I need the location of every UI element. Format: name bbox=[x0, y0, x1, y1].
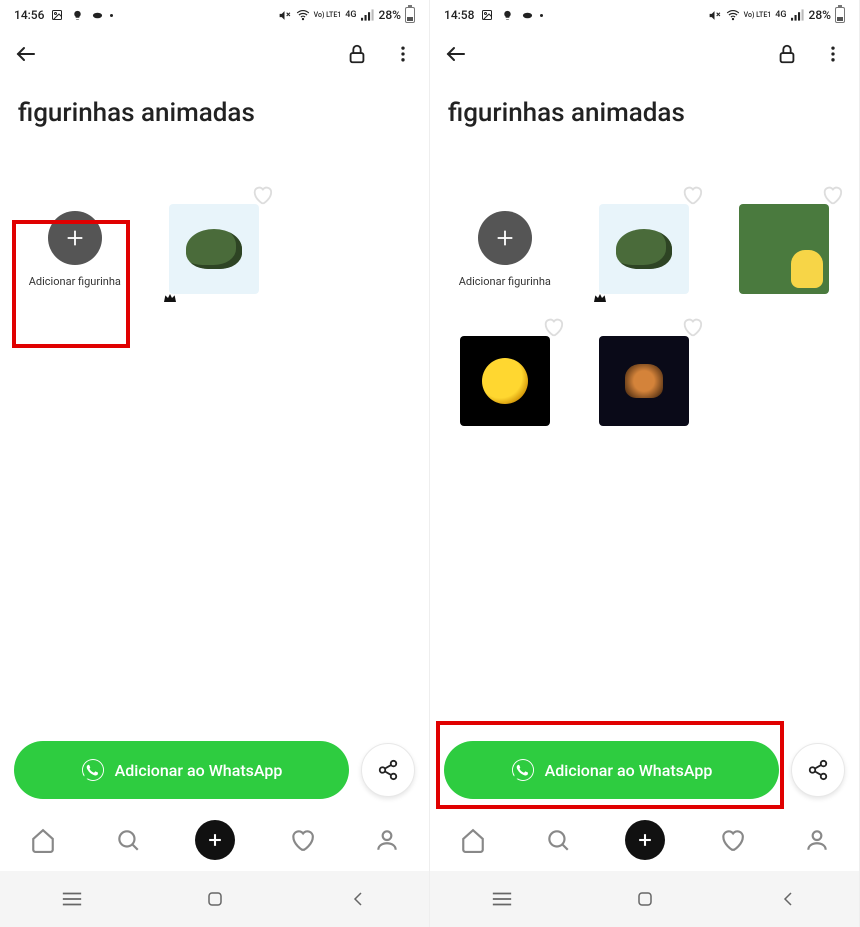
image-icon bbox=[480, 8, 494, 22]
add-sticker-label: Adicionar figurinha bbox=[459, 275, 551, 288]
tab-home[interactable] bbox=[25, 822, 61, 858]
heart-icon[interactable] bbox=[542, 316, 564, 338]
whatsapp-icon bbox=[81, 758, 105, 782]
nav-recents[interactable] bbox=[58, 885, 86, 913]
empty-tile bbox=[719, 320, 849, 442]
tab-create[interactable] bbox=[625, 820, 665, 860]
add-to-whatsapp-button[interactable]: Adicionar ao WhatsApp bbox=[444, 741, 779, 799]
action-row: Adicionar ao WhatsApp bbox=[430, 741, 859, 799]
signal-icon bbox=[791, 8, 805, 22]
share-button[interactable] bbox=[361, 743, 415, 797]
tab-search[interactable] bbox=[540, 822, 576, 858]
heart-icon[interactable] bbox=[821, 184, 843, 206]
nav-back[interactable] bbox=[344, 885, 372, 913]
tab-favorites[interactable] bbox=[714, 822, 750, 858]
network-label: Vo) LTE1 bbox=[314, 12, 342, 19]
lock-button[interactable] bbox=[773, 40, 801, 68]
nav-home[interactable] bbox=[201, 885, 229, 913]
sticker-tile[interactable] bbox=[719, 188, 849, 310]
android-nav-bar bbox=[0, 871, 429, 927]
action-row: Adicionar ao WhatsApp bbox=[0, 741, 429, 799]
status-bar: 14:58 Vo) LTE1 4G 28% bbox=[430, 0, 859, 30]
bottom-tab-bar bbox=[0, 809, 429, 871]
nav-recents[interactable] bbox=[488, 885, 516, 913]
tab-create[interactable] bbox=[195, 820, 235, 860]
wa-button-label: Adicionar ao WhatsApp bbox=[115, 761, 283, 780]
sticker-image-cat bbox=[599, 336, 689, 426]
wifi-icon bbox=[726, 8, 740, 22]
sticker-tile[interactable] bbox=[580, 320, 710, 442]
sticker-grid: Adicionar figurinha bbox=[430, 136, 859, 442]
sticker-tile[interactable] bbox=[150, 188, 280, 310]
sticker-tile[interactable] bbox=[580, 188, 710, 310]
more-notif-icon bbox=[540, 14, 543, 17]
wa-button-label: Adicionar ao WhatsApp bbox=[545, 761, 713, 780]
sticker-grid: Adicionar figurinha bbox=[0, 136, 429, 310]
add-sticker-tile[interactable]: Adicionar figurinha bbox=[440, 188, 570, 310]
wifi-icon bbox=[296, 8, 310, 22]
battery-icon bbox=[405, 7, 415, 23]
bulb-icon bbox=[500, 8, 514, 22]
network-gen: 4G bbox=[775, 10, 786, 20]
sticker-image-homer bbox=[739, 204, 829, 294]
heart-icon[interactable] bbox=[251, 184, 273, 206]
plus-icon bbox=[48, 211, 102, 265]
back-button[interactable] bbox=[12, 40, 40, 68]
more-button[interactable] bbox=[819, 40, 847, 68]
more-button[interactable] bbox=[389, 40, 417, 68]
mute-icon bbox=[278, 8, 292, 22]
left-screenshot: 14:56 Vo) LTE1 4G 28% bbox=[0, 0, 430, 927]
add-to-whatsapp-button[interactable]: Adicionar ao WhatsApp bbox=[14, 741, 349, 799]
battery-icon bbox=[835, 7, 845, 23]
page-title: figurinhas animadas bbox=[0, 78, 429, 136]
share-button[interactable] bbox=[791, 743, 845, 797]
bulb-icon bbox=[70, 8, 84, 22]
app-icon bbox=[520, 8, 534, 22]
tab-search[interactable] bbox=[110, 822, 146, 858]
clock: 14:58 bbox=[444, 8, 474, 22]
tab-profile[interactable] bbox=[369, 822, 405, 858]
status-bar: 14:56 Vo) LTE1 4G 28% bbox=[0, 0, 429, 30]
signal-icon bbox=[361, 8, 375, 22]
app-bar bbox=[430, 30, 859, 78]
heart-icon[interactable] bbox=[681, 316, 703, 338]
crown-icon bbox=[592, 290, 608, 306]
back-button[interactable] bbox=[442, 40, 470, 68]
plus-icon bbox=[478, 211, 532, 265]
empty-tile bbox=[289, 188, 419, 310]
bottom-tab-bar bbox=[430, 809, 859, 871]
page-title: figurinhas animadas bbox=[430, 78, 859, 136]
battery-pct: 28% bbox=[809, 8, 831, 22]
nav-back[interactable] bbox=[774, 885, 802, 913]
mute-icon bbox=[708, 8, 722, 22]
crown-icon bbox=[162, 290, 178, 306]
network-gen: 4G bbox=[345, 10, 356, 20]
sticker-tile[interactable] bbox=[440, 320, 570, 442]
whatsapp-icon bbox=[511, 758, 535, 782]
image-icon bbox=[50, 8, 64, 22]
clock: 14:56 bbox=[14, 8, 44, 22]
sticker-image-turtle bbox=[169, 204, 259, 294]
battery-pct: 28% bbox=[379, 8, 401, 22]
add-sticker-tile[interactable]: Adicionar figurinha bbox=[10, 188, 140, 310]
network-label: Vo) LTE1 bbox=[744, 12, 772, 19]
heart-icon[interactable] bbox=[681, 184, 703, 206]
android-nav-bar bbox=[430, 871, 859, 927]
tab-favorites[interactable] bbox=[284, 822, 320, 858]
sticker-image-turtle bbox=[599, 204, 689, 294]
more-notif-icon bbox=[110, 14, 113, 17]
right-screenshot: 14:58 Vo) LTE1 4G 28% bbox=[430, 0, 860, 927]
tab-profile[interactable] bbox=[799, 822, 835, 858]
add-sticker-label: Adicionar figurinha bbox=[29, 275, 121, 288]
nav-home[interactable] bbox=[631, 885, 659, 913]
app-bar bbox=[0, 30, 429, 78]
sticker-image-bee bbox=[460, 336, 550, 426]
lock-button[interactable] bbox=[343, 40, 371, 68]
tab-home[interactable] bbox=[455, 822, 491, 858]
app-icon bbox=[90, 8, 104, 22]
